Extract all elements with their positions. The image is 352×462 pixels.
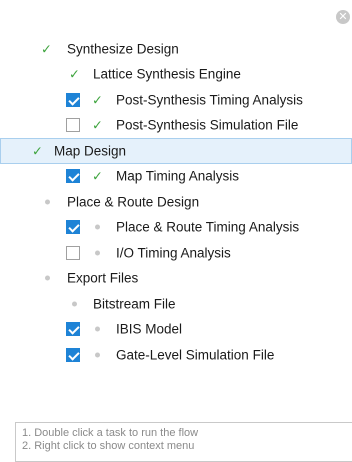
tree-item-map-design[interactable]: ✓ Map Design	[0, 138, 352, 164]
tree-item-io-timing[interactable]: I/O Timing Analysis	[0, 240, 352, 266]
check-icon: ✓	[32, 143, 43, 159]
dot-icon	[95, 224, 100, 230]
tree-item-label: Post-Synthesis Simulation File	[116, 117, 299, 133]
tree-item-post-synthesis-timing[interactable]: ✓ Post-Synthesis Timing Analysis	[0, 87, 352, 113]
tree-item-label: Map Timing Analysis	[116, 168, 240, 184]
checkbox[interactable]	[66, 118, 80, 133]
tree-item-label: Synthesize Design	[67, 41, 179, 57]
checkbox[interactable]	[66, 220, 80, 235]
tree-item-label: Lattice Synthesis Engine	[93, 66, 241, 82]
check-icon: ✓	[92, 168, 103, 184]
tree-item-label: I/O Timing Analysis	[116, 245, 231, 261]
tree-item-place-route-design[interactable]: Place & Route Design	[0, 189, 352, 215]
tree-item-export-files[interactable]: Export Files	[0, 266, 352, 292]
tree-item-bitstream-file[interactable]: Bitstream File	[0, 291, 352, 317]
tree-item-label: Place & Route Timing Analysis	[116, 219, 300, 235]
tree-item-label: Gate-Level Simulation File	[116, 347, 275, 363]
tree-item-label: Map Design	[54, 143, 127, 159]
checkbox[interactable]	[66, 245, 80, 260]
check-icon: ✓	[41, 41, 52, 57]
tree-item-map-timing[interactable]: ✓ Map Timing Analysis	[0, 164, 352, 190]
dot-icon	[72, 301, 77, 307]
tree-item-gate-level-simulation[interactable]: Gate-Level Simulation File	[0, 342, 352, 368]
checkbox[interactable]	[66, 347, 80, 362]
tree-item-synthesize-design[interactable]: ✓ Synthesize Design	[0, 36, 352, 62]
tree-item-place-route-timing[interactable]: Place & Route Timing Analysis	[0, 215, 352, 241]
tree-item-label: Export Files	[67, 270, 139, 286]
tree-item-lattice-synthesis-engine[interactable]: ✓ Lattice Synthesis Engine	[0, 62, 352, 88]
tree-item-label: Bitstream File	[93, 296, 176, 312]
tree-item-ibis-model[interactable]: IBIS Model	[0, 317, 352, 343]
tree-item-label: Place & Route Design	[67, 194, 200, 210]
dot-icon	[45, 275, 50, 281]
checkbox[interactable]	[66, 169, 80, 184]
hint-line: 2. Right click to show context menu	[22, 440, 195, 452]
dot-icon	[95, 250, 100, 256]
checkbox[interactable]	[66, 322, 80, 337]
tree-item-label: IBIS Model	[116, 321, 183, 337]
check-icon: ✓	[92, 92, 103, 108]
dot-icon	[95, 326, 100, 332]
check-icon: ✓	[69, 66, 80, 82]
hint-panel: 1. Double click a task to run the flow 2…	[15, 422, 352, 462]
tree-item-label: Post-Synthesis Timing Analysis	[116, 92, 303, 108]
check-icon: ✓	[92, 117, 103, 133]
process-tree: ✓ Synthesize Design ✓ Lattice Synthesis …	[0, 36, 352, 368]
hint-line: 1. Double click a task to run the flow	[22, 427, 199, 439]
checkbox[interactable]	[66, 92, 80, 107]
dot-icon	[45, 199, 50, 205]
dot-icon	[95, 352, 100, 358]
tree-item-post-synthesis-simulation[interactable]: ✓ Post-Synthesis Simulation File	[0, 113, 352, 139]
close-icon[interactable]: ✕	[336, 10, 350, 24]
